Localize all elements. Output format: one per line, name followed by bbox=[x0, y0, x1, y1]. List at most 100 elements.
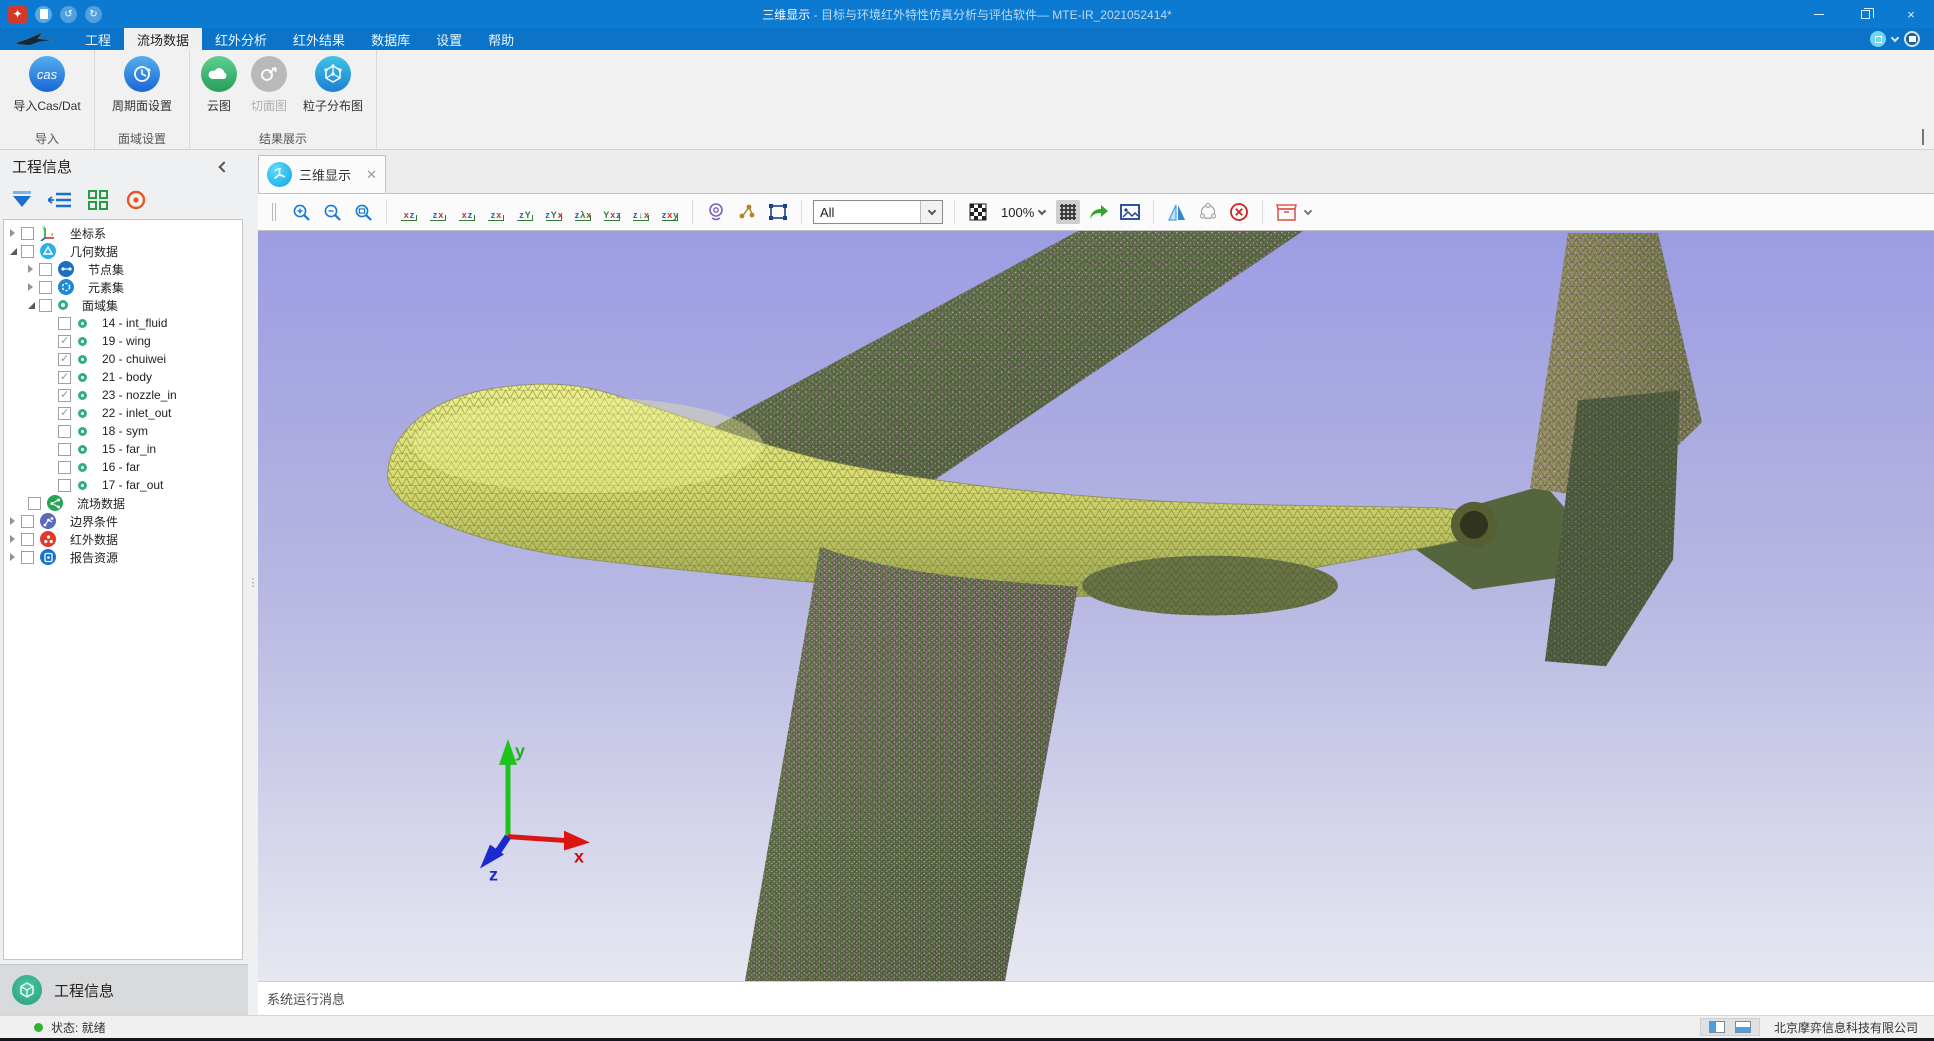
expand-arrow-icon[interactable] bbox=[10, 535, 21, 543]
tree-checkbox[interactable] bbox=[58, 425, 71, 438]
tree-item-surface[interactable]: 16 - far bbox=[4, 458, 242, 476]
expand-arrow-icon[interactable] bbox=[10, 229, 21, 237]
toolbar-drag-handle[interactable] bbox=[272, 203, 276, 221]
manual-icon[interactable] bbox=[1904, 31, 1920, 47]
transparency-button[interactable] bbox=[966, 200, 990, 224]
project-tree[interactable]: Yx 坐标系 几何数据 节点集 bbox=[3, 219, 243, 960]
mesh-grid-toggle-button[interactable] bbox=[1056, 200, 1080, 224]
delete-result-button[interactable] bbox=[1227, 200, 1251, 224]
combo-dropdown-button[interactable] bbox=[920, 201, 942, 223]
zoom-in-button[interactable] bbox=[289, 200, 313, 224]
tree-item-surface[interactable]: 19 - wing bbox=[4, 332, 242, 350]
tab-3d-view[interactable]: 三维显示 ✕ bbox=[258, 155, 386, 193]
mirror-button[interactable] bbox=[1165, 200, 1189, 224]
tab-close-icon[interactable]: ✕ bbox=[366, 167, 377, 183]
zoom-fit-button[interactable] bbox=[351, 200, 375, 224]
tree-checkbox[interactable] bbox=[58, 389, 71, 402]
menu-item-project[interactable]: 工程 bbox=[72, 28, 124, 50]
tree-checkbox[interactable] bbox=[21, 227, 34, 240]
tree-checkbox[interactable] bbox=[58, 317, 71, 330]
3d-viewport[interactable]: y x z bbox=[258, 231, 1934, 981]
tree-checkbox[interactable] bbox=[21, 245, 34, 258]
locate-target-icon[interactable] bbox=[124, 188, 148, 212]
view-iso-4-button[interactable]: zxy bbox=[659, 201, 681, 223]
share-export-button[interactable] bbox=[1087, 200, 1111, 224]
archive-dropdown-icon[interactable] bbox=[1304, 206, 1312, 214]
tree-item-surface[interactable]: 21 - body bbox=[4, 368, 242, 386]
import-cas-dat-button[interactable]: cas 导入Cas/Dat bbox=[4, 56, 90, 114]
view-left-button[interactable]: xz bbox=[456, 201, 478, 223]
tree-checkbox[interactable] bbox=[28, 497, 41, 510]
view-back-button[interactable]: zx bbox=[427, 201, 449, 223]
tree-item-surface[interactable]: 17 - far_out bbox=[4, 476, 242, 494]
tree-item-boundary-condition[interactable]: 边界条件 bbox=[4, 512, 242, 530]
tree-checkbox[interactable] bbox=[21, 533, 34, 546]
tree-item-surface[interactable]: 18 - sym bbox=[4, 422, 242, 440]
tree-item-surface[interactable]: 14 - int_fluid bbox=[4, 314, 242, 332]
cloud-map-button[interactable]: 云图 bbox=[194, 56, 244, 114]
app-logo-icon[interactable]: ✦ bbox=[8, 5, 27, 24]
restore-button[interactable] bbox=[1842, 0, 1888, 28]
tree-item-surface[interactable]: 22 - inlet_out bbox=[4, 404, 242, 422]
tree-checkbox[interactable] bbox=[58, 353, 71, 366]
tree-checkbox[interactable] bbox=[58, 443, 71, 456]
particles-nodes-button[interactable] bbox=[735, 200, 759, 224]
menu-item-settings[interactable]: 设置 bbox=[423, 28, 475, 50]
close-button[interactable]: × bbox=[1888, 0, 1934, 28]
expand-arrow-icon[interactable] bbox=[28, 265, 39, 273]
view-iso-3-button[interactable]: z↓x bbox=[630, 201, 652, 223]
periodic-face-button[interactable]: 周期面设置 bbox=[99, 56, 185, 114]
tree-item-flow-data[interactable]: 流场数据 bbox=[4, 494, 242, 512]
expand-arrow-icon[interactable] bbox=[28, 302, 39, 309]
tree-item-geometry-data[interactable]: 几何数据 bbox=[4, 242, 242, 260]
zoom-out-button[interactable] bbox=[320, 200, 344, 224]
archive-box-button[interactable] bbox=[1274, 200, 1298, 224]
particle-distribution-button[interactable]: 粒子分布图 bbox=[294, 56, 372, 114]
layout-bottom-panel-icon[interactable] bbox=[1735, 1021, 1751, 1033]
tree-item-coordinate-system[interactable]: Yx 坐标系 bbox=[4, 224, 242, 242]
undo-icon[interactable]: ↺ bbox=[60, 6, 77, 23]
tree-checkbox[interactable] bbox=[39, 281, 52, 294]
project-info-footer-tab[interactable]: 工程信息 bbox=[0, 964, 248, 1015]
tree-item-surface[interactable]: 20 - chuiwei bbox=[4, 350, 242, 368]
tree-item-element-set[interactable]: 元素集 bbox=[4, 278, 242, 296]
tree-item-node-set[interactable]: 节点集 bbox=[4, 260, 242, 278]
panel-collapse-icon[interactable] bbox=[218, 161, 229, 172]
view-bottom-button[interactable]: zYx bbox=[543, 201, 565, 223]
tree-item-infrared-data[interactable]: 红外数据 bbox=[4, 530, 242, 548]
menu-item-help[interactable]: 帮助 bbox=[475, 28, 527, 50]
panel-splitter[interactable]: ⋮ bbox=[248, 150, 258, 1015]
ribbon-collapse-button[interactable] bbox=[1922, 131, 1924, 145]
display-filter-select[interactable]: All bbox=[813, 200, 943, 224]
expand-arrow-icon[interactable] bbox=[28, 283, 39, 291]
tree-item-surface[interactable]: 23 - nozzle_in bbox=[4, 386, 242, 404]
tree-checkbox[interactable] bbox=[58, 407, 71, 420]
tree-item-face-set[interactable]: 面域集 bbox=[4, 296, 242, 314]
expand-arrow-icon[interactable] bbox=[10, 517, 21, 525]
filter-icon[interactable] bbox=[10, 188, 34, 212]
tree-checkbox[interactable] bbox=[58, 335, 71, 348]
view-top-button[interactable]: zY bbox=[514, 201, 536, 223]
expand-arrow-icon[interactable] bbox=[10, 553, 21, 561]
tree-checkbox[interactable] bbox=[58, 371, 71, 384]
menu-item-database[interactable]: 数据库 bbox=[358, 28, 423, 50]
tree-item-surface[interactable]: 15 - far_in bbox=[4, 440, 242, 458]
tree-item-report-resource[interactable]: 报告资源 bbox=[4, 548, 242, 566]
tree-checkbox[interactable] bbox=[21, 515, 34, 528]
menu-item-ir-analysis[interactable]: 红外分析 bbox=[202, 28, 280, 50]
snapshot-button[interactable] bbox=[1118, 200, 1142, 224]
tree-checkbox[interactable] bbox=[58, 461, 71, 474]
expand-arrow-icon[interactable] bbox=[10, 248, 21, 255]
zoom-level-dropdown[interactable]: 100% bbox=[997, 205, 1049, 220]
tree-checkbox[interactable] bbox=[58, 479, 71, 492]
layout-left-panel-icon[interactable] bbox=[1709, 1021, 1725, 1033]
view-front-button[interactable]: xz bbox=[398, 201, 420, 223]
select-box-button[interactable] bbox=[766, 200, 790, 224]
tree-checkbox[interactable] bbox=[39, 263, 52, 276]
group-grid-icon[interactable] bbox=[86, 188, 110, 212]
camera-view-button[interactable] bbox=[704, 200, 728, 224]
new-file-icon[interactable] bbox=[35, 6, 52, 23]
screen-tool-icon[interactable] bbox=[1870, 31, 1886, 47]
tree-checkbox[interactable] bbox=[39, 299, 52, 312]
tree-checkbox[interactable] bbox=[21, 551, 34, 564]
